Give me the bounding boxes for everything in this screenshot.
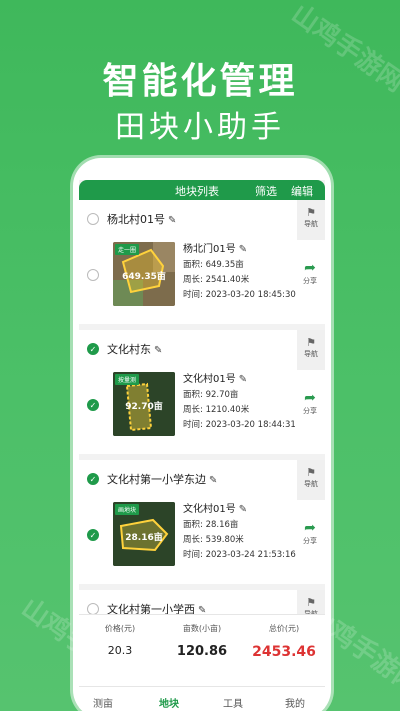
price-label: 价格(元)	[104, 624, 136, 633]
plot-checkbox[interactable]: ✓	[87, 529, 99, 541]
navigate-label: 导航	[304, 220, 318, 228]
plot-checkbox[interactable]: ✓	[87, 399, 99, 411]
rename-icon[interactable]: ✎	[154, 345, 162, 356]
plot-card-header: ✓ 文化村东 ✎ ⚑ 导航	[79, 330, 325, 370]
plot-name: 杨北门01号 ✎	[183, 244, 248, 255]
plot-group-name: 文化村东 ✎	[107, 343, 163, 356]
plot-time: 时间: 2023-03-24 21:53:16	[183, 550, 296, 560]
mu-label: 亩数(小亩)	[182, 624, 222, 633]
plot-card-header: 杨北村01号 ✎ ⚑ 导航	[79, 200, 325, 240]
rename-icon[interactable]: ✎	[239, 374, 247, 385]
share-icon: ➦	[304, 390, 316, 406]
bottom-tab-bar: 测亩 地块 工具 我的	[79, 686, 325, 711]
rename-icon[interactable]: ✎	[209, 475, 217, 486]
plot-name: 文化村01号 ✎	[183, 374, 248, 385]
tab-plots[interactable]: 地块	[159, 695, 179, 710]
app-header: 地块列表 筛选 编辑	[79, 180, 325, 200]
plot-group-checkbox[interactable]	[87, 603, 99, 614]
mu-summary: 亩数(小亩) 120.86	[161, 623, 243, 659]
plot-detail[interactable]: ✓ 画地块 28.16亩 文化村01号 ✎ 面积: 28.16亩 周长: 539.…	[79, 498, 325, 578]
thumbnail-area-label: 92.70亩	[125, 402, 163, 412]
plot-group-checkbox[interactable]: ✓	[87, 343, 99, 355]
plot-card[interactable]: 文化村第一小学西 ✎ ⚑ 导航	[79, 590, 325, 614]
measure-method-tag: 走一圈	[115, 244, 140, 255]
total-value: 2453.46	[252, 644, 316, 660]
plot-area: 面积: 92.70亩	[183, 390, 239, 400]
tab-tools[interactable]: 工具	[223, 695, 243, 710]
price-summary: 价格(元) 20.3	[79, 623, 161, 657]
plot-detail[interactable]: 走一圈 649.35亩 杨北门01号 ✎ 面积: 649.35亩 周长: 2541…	[79, 238, 325, 318]
share-label: 分享	[303, 407, 317, 415]
plot-detail[interactable]: ✓ 按量测 92.70亩 文化村01号 ✎ 面积: 92.70亩 周长: 1210…	[79, 368, 325, 448]
navigate-button[interactable]: ⚑ 导航	[297, 200, 325, 240]
plot-name: 文化村01号 ✎	[183, 504, 248, 515]
plot-checkbox[interactable]	[87, 269, 99, 281]
page-title: 地块列表	[175, 185, 219, 198]
flag-icon: ⚑	[306, 206, 316, 219]
share-button[interactable]: ➦ 分享	[303, 260, 317, 286]
plot-map-thumbnail[interactable]: 走一圈 649.35亩	[113, 242, 175, 306]
phone-frame: 地块列表 筛选 编辑 杨北村01号 ✎ ⚑ 导航 走一圈 649.35亩 杨北门…	[73, 158, 331, 711]
thumbnail-area-label: 28.16亩	[125, 533, 163, 543]
flag-icon: ⚑	[306, 596, 316, 609]
navigate-label: 导航	[304, 480, 318, 488]
thumbnail-area-label: 649.35亩	[122, 272, 166, 282]
plot-time: 时间: 2023-03-20 18:44:31	[183, 420, 296, 430]
plot-group-checkbox[interactable]: ✓	[87, 473, 99, 485]
flag-icon: ⚑	[306, 336, 316, 349]
navigate-button[interactable]: ⚑ 导航	[297, 330, 325, 370]
tab-measure[interactable]: 测亩	[93, 695, 113, 710]
mu-value: 120.86	[176, 644, 228, 659]
rename-icon[interactable]: ✎	[239, 244, 247, 255]
app-screen: 地块列表 筛选 编辑 杨北村01号 ✎ ⚑ 导航 走一圈 649.35亩 杨北门…	[79, 180, 325, 711]
summary-bar: 价格(元) 20.3 亩数(小亩) 120.86 总价(元) 2453.46	[79, 614, 325, 686]
share-label: 分享	[303, 277, 317, 285]
plot-info: 杨北门01号 ✎ 面积: 649.35亩 周长: 2541.40米 时间: 202…	[183, 242, 296, 303]
tab-mine[interactable]: 我的	[285, 695, 305, 710]
navigate-button[interactable]: ⚑ 导航	[297, 590, 325, 614]
plot-group-name: 杨北村01号 ✎	[107, 213, 177, 226]
rename-icon[interactable]: ✎	[239, 504, 247, 515]
rename-icon[interactable]: ✎	[198, 605, 206, 614]
total-summary: 总价(元) 2453.46	[243, 623, 325, 660]
plot-list: 杨北村01号 ✎ ⚑ 导航 走一圈 649.35亩 杨北门01号 ✎ 面积: 6…	[79, 200, 325, 614]
plot-area: 面积: 28.16亩	[183, 520, 239, 530]
plot-card[interactable]: ✓ 文化村第一小学东边 ✎ ⚑ 导航 ✓ 画地块 28.16亩 文化村01号 ✎…	[79, 460, 325, 584]
plot-info: 文化村01号 ✎ 面积: 28.16亩 周长: 539.80米 时间: 2023-…	[183, 502, 296, 563]
share-icon: ➦	[304, 520, 316, 536]
share-button[interactable]: ➦ 分享	[303, 520, 317, 546]
plot-card[interactable]: 杨北村01号 ✎ ⚑ 导航 走一圈 649.35亩 杨北门01号 ✎ 面积: 6…	[79, 200, 325, 324]
plot-perimeter: 周长: 2541.40米	[183, 275, 250, 285]
plot-area: 面积: 649.35亩	[183, 260, 244, 270]
total-label: 总价(元)	[268, 624, 300, 633]
price-value[interactable]: 20.3	[79, 644, 161, 657]
hero-headline: 智能化管理	[102, 61, 298, 102]
plot-group-checkbox[interactable]	[87, 213, 99, 225]
measure-method-tag: 按量测	[115, 374, 140, 385]
plot-map-thumbnail[interactable]: 按量测 92.70亩	[113, 372, 175, 436]
measure-method-tag: 画地块	[115, 504, 140, 515]
flag-icon: ⚑	[306, 466, 316, 479]
rename-icon[interactable]: ✎	[168, 215, 176, 226]
plot-card-header: 文化村第一小学西 ✎ ⚑ 导航	[79, 590, 325, 614]
share-button[interactable]: ➦ 分享	[303, 390, 317, 416]
plot-info: 文化村01号 ✎ 面积: 92.70亩 周长: 1210.40米 时间: 2023…	[183, 372, 296, 433]
plot-card-header: ✓ 文化村第一小学东边 ✎ ⚑ 导航	[79, 460, 325, 500]
plot-group-name: 文化村第一小学东边 ✎	[107, 473, 218, 486]
plot-card[interactable]: ✓ 文化村东 ✎ ⚑ 导航 ✓ 按量测 92.70亩 文化村01号 ✎ 面积: …	[79, 330, 325, 454]
plot-time: 时间: 2023-03-20 18:45:30	[183, 290, 296, 300]
share-label: 分享	[303, 537, 317, 545]
navigate-button[interactable]: ⚑ 导航	[297, 460, 325, 500]
edit-button[interactable]: 编辑	[291, 183, 313, 199]
hero-subline: 田块小助手	[115, 110, 285, 145]
plot-perimeter: 周长: 539.80米	[183, 535, 244, 545]
filter-button[interactable]: 筛选	[255, 183, 277, 199]
plot-map-thumbnail[interactable]: 画地块 28.16亩	[113, 502, 175, 566]
navigate-label: 导航	[304, 350, 318, 358]
plot-group-name: 文化村第一小学西 ✎	[107, 603, 207, 614]
share-icon: ➦	[304, 260, 316, 276]
plot-perimeter: 周长: 1210.40米	[183, 405, 250, 415]
